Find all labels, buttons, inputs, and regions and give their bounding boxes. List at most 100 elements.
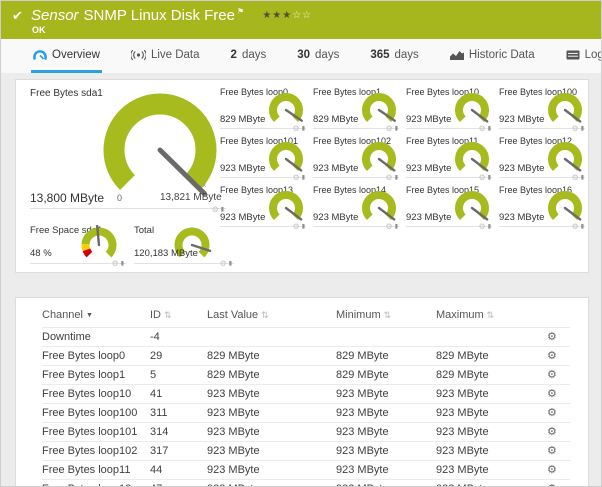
- gauge-cell: Free Bytes loop102 923 MByte ⚙ ▮: [313, 135, 399, 182]
- gauge-settings-icon[interactable]: ⚙: [293, 125, 300, 133]
- priority-flag-icon[interactable]: ⚑: [237, 7, 244, 16]
- channel-value: 923 MByte: [406, 212, 452, 223]
- channel-value: 923 MByte: [406, 114, 452, 125]
- gauge-settings-icon[interactable]: ⚙: [386, 174, 393, 182]
- gauge-pin-icon[interactable]: ▮: [121, 261, 124, 267]
- table-row: Free Bytes loop11 44 923 MByte 923 MByte…: [42, 460, 570, 480]
- cell-last-value: 923 MByte: [207, 426, 260, 438]
- gauge-cell-free-space: Free Space sda1 48 % ⚙ ▮: [30, 224, 126, 268]
- check-icon: ✔: [12, 8, 23, 23]
- channel-value: 923 MByte: [406, 163, 452, 174]
- channel-settings-icon[interactable]: ⚙: [547, 464, 557, 476]
- table-row: Free Bytes loop10 41 923 MByte 923 MByte…: [42, 384, 570, 404]
- gauge-pin-icon[interactable]: ▮: [581, 126, 584, 132]
- tab-365-days[interactable]: 365 days: [368, 39, 420, 73]
- cell-id: 29: [150, 350, 163, 362]
- tab-30-days[interactable]: 30 days: [295, 39, 341, 73]
- tab-live-data-label: Live Data: [150, 48, 200, 61]
- gauge-settings-icon[interactable]: ⚙: [479, 125, 486, 133]
- column-header-actions: [547, 302, 570, 328]
- cell-last-value: 923 MByte: [207, 388, 260, 400]
- gauge-settings-icon[interactable]: ⚙: [386, 223, 393, 231]
- gauge-cell-total: Total 120,183 MByte ⚙ ▮: [134, 224, 234, 268]
- gauge-cell: Free Bytes loop15 923 MByte ⚙ ▮: [406, 184, 492, 231]
- cell-channel: Free Bytes loop100: [42, 407, 138, 419]
- cell-maximum: 923 MByte: [436, 407, 489, 419]
- gauge-pin-icon[interactable]: ▮: [488, 175, 491, 181]
- tab-overview[interactable]: Overview: [31, 39, 102, 73]
- channel-title: Free Bytes sda1: [30, 88, 103, 99]
- gauge-settings-icon[interactable]: ⚙: [212, 206, 219, 214]
- gauge-settings-icon[interactable]: ⚙: [386, 125, 393, 133]
- gauge-pin-icon[interactable]: ▮: [488, 224, 491, 230]
- gauge-pin-icon[interactable]: ▮: [395, 224, 398, 230]
- gauge-settings-icon[interactable]: ⚙: [572, 125, 579, 133]
- cell-id: 44: [150, 464, 163, 476]
- gauge-settings-icon[interactable]: ⚙: [479, 174, 486, 182]
- stars-filled: ★★★: [262, 10, 293, 21]
- table-row: Free Bytes loop0 29 829 MByte 829 MByte …: [42, 346, 570, 366]
- channel-settings-icon[interactable]: ⚙: [547, 483, 557, 487]
- column-header-id[interactable]: ID ⇅: [150, 302, 207, 328]
- gauge-settings-icon[interactable]: ⚙: [293, 223, 300, 231]
- channel-value: 923 MByte: [499, 212, 545, 223]
- channel-value: 829 MByte: [313, 114, 359, 125]
- gauge-scale-max: 13,821 MByte: [160, 192, 222, 203]
- channels-table: Channel ▼ ID ⇅ Last Value ⇅ Minimum ⇅ Maximu…: [42, 302, 570, 487]
- table-row: Free Bytes loop100 311 923 MByte 923 MBy…: [42, 403, 570, 423]
- cell-minimum: 923 MByte: [336, 480, 436, 486]
- sort-desc-icon: ▼: [85, 312, 93, 319]
- gauge-pin-icon[interactable]: ▮: [302, 224, 305, 230]
- column-header-channel[interactable]: Channel ▼: [42, 302, 150, 328]
- cell-minimum: 829 MByte: [336, 350, 389, 362]
- column-header-maximum[interactable]: Maximum ⇅: [436, 302, 547, 328]
- gauge-pin-icon[interactable]: ▮: [488, 126, 491, 132]
- tab-historic-data[interactable]: Historic Data: [448, 39, 537, 73]
- channel-settings-icon[interactable]: ⚙: [547, 369, 557, 381]
- gauge-settings-icon[interactable]: ⚙: [572, 174, 579, 182]
- channel-settings-icon[interactable]: ⚙: [547, 426, 557, 438]
- cell-id: 311: [150, 407, 168, 419]
- cell-minimum: 923 MByte: [336, 426, 389, 438]
- sort-icon: ⇅: [164, 310, 172, 320]
- tab-live-data[interactable]: Live Data: [129, 39, 202, 73]
- channel-gauge: [81, 225, 117, 258]
- gauge-pin-icon[interactable]: ▮: [395, 175, 398, 181]
- cell-id: 41: [150, 388, 163, 400]
- gauge-pin-icon[interactable]: ▮: [581, 224, 584, 230]
- sensor-page: ✔ Sensor SNMP Linux Disk Free ⚑ ★★★☆☆ OK O…: [0, 0, 602, 487]
- status-bar: ✔ Sensor SNMP Linux Disk Free ⚑ ★★★☆☆ OK: [1, 1, 601, 39]
- gauge-settings-icon[interactable]: ⚙: [220, 260, 227, 268]
- tab-log[interactable]: Log: [564, 39, 601, 73]
- gauge-pin-icon[interactable]: ▮: [581, 175, 584, 181]
- stars-empty: ☆☆: [292, 10, 313, 21]
- channel-settings-icon[interactable]: ⚙: [547, 350, 557, 362]
- gauge-settings-icon[interactable]: ⚙: [572, 223, 579, 231]
- gauge-pin-icon[interactable]: ▮: [302, 175, 305, 181]
- channel-settings-icon[interactable]: ⚙: [547, 388, 557, 400]
- tab-365-days-number: 365: [370, 48, 390, 61]
- cell-maximum: 829 MByte: [436, 369, 489, 381]
- tab-2-days-number: 2: [230, 48, 237, 61]
- channel-settings-icon[interactable]: ⚙: [547, 407, 557, 419]
- status-badge: OK: [32, 25, 46, 35]
- channel-gauge: [455, 93, 489, 123]
- cell-channel: Free Bytes loop102: [42, 445, 138, 457]
- gauge-icon: [33, 49, 47, 61]
- channel-settings-icon[interactable]: ⚙: [547, 445, 557, 457]
- star-rating[interactable]: ★★★☆☆: [262, 10, 312, 21]
- column-header-minimum[interactable]: Minimum ⇅: [336, 302, 436, 328]
- gauge-pin-icon[interactable]: ▮: [229, 261, 232, 267]
- column-header-last-value[interactable]: Last Value ⇅: [207, 302, 336, 328]
- gauge-settings-icon[interactable]: ⚙: [293, 174, 300, 182]
- channel-settings-icon[interactable]: ⚙: [547, 331, 557, 343]
- sort-icon: ⇅: [261, 310, 269, 320]
- gauge-pin-icon[interactable]: ▮: [395, 126, 398, 132]
- log-icon: [566, 50, 580, 60]
- gauge-pin-icon[interactable]: ▮: [302, 126, 305, 132]
- gauge-settings-icon[interactable]: ⚙: [112, 260, 119, 268]
- gauge-settings-icon[interactable]: ⚙: [479, 223, 486, 231]
- channel-title: Total: [134, 225, 155, 236]
- cell-channel: Free Bytes loop101: [42, 426, 138, 438]
- tab-2-days[interactable]: 2 days: [229, 39, 269, 73]
